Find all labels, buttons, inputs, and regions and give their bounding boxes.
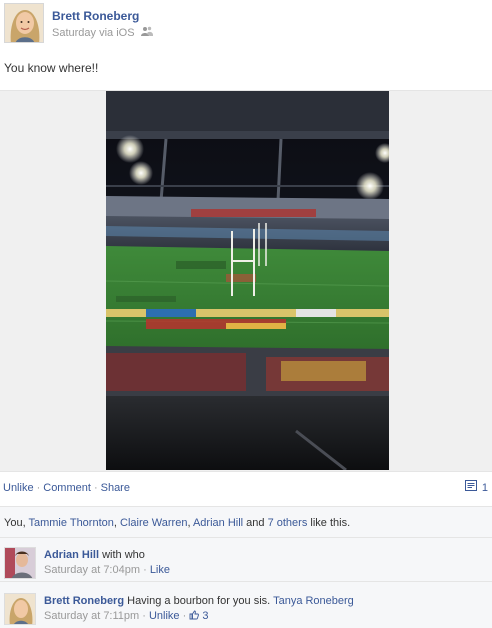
- thumbs-up-icon: [189, 610, 200, 620]
- comment-author[interactable]: Brett Roneberg: [44, 595, 124, 607]
- comment-meta: Saturday at 7:11pm · Unlike · 3: [44, 610, 209, 622]
- photo-container: [0, 90, 492, 472]
- post-text: You know where!!: [4, 61, 99, 75]
- post-header: Brett Roneberg Saturday via iOS: [0, 0, 492, 48]
- post-action-bar: Unlike · Comment · Share 1: [0, 478, 492, 498]
- liker-link[interactable]: Claire Warren: [120, 517, 187, 529]
- likes-text: You, Tammie Thornton, Claire Warren, Adr…: [4, 517, 351, 529]
- comment-mention[interactable]: Tanya Roneberg: [273, 595, 354, 607]
- action-separator: ·: [93, 482, 98, 494]
- comment-like-link[interactable]: Like: [150, 564, 170, 576]
- comment-time[interactable]: Saturday at 7:04pm: [44, 564, 140, 576]
- meta-separator: ·: [182, 610, 187, 622]
- comment-count-value: 1: [481, 481, 488, 494]
- comment-like-count-value: 3: [202, 610, 209, 622]
- comment-like-count[interactable]: 3: [189, 610, 209, 622]
- post-meta: Saturday via iOS: [52, 26, 153, 39]
- comment-unlike-link[interactable]: Unlike: [149, 610, 180, 622]
- author-avatar[interactable]: [4, 3, 44, 43]
- action-separator: ·: [36, 482, 41, 494]
- comment-link[interactable]: Comment: [43, 482, 91, 494]
- stadium-photo[interactable]: [106, 91, 389, 470]
- meta-separator: ·: [143, 564, 147, 576]
- post-timestamp[interactable]: Saturday via iOS: [52, 27, 135, 39]
- comment-body: Brett Roneberg Having a bourbon for you …: [44, 595, 354, 607]
- comment-body: Adrian Hill with who: [44, 549, 145, 561]
- comment-author[interactable]: Adrian Hill: [44, 549, 99, 561]
- audience-friends-icon[interactable]: [140, 26, 153, 39]
- comment-count[interactable]: 1: [464, 480, 488, 495]
- meta-separator: ·: [142, 610, 146, 622]
- share-link[interactable]: Share: [101, 482, 130, 494]
- post-actions: Unlike · Comment · Share: [3, 482, 130, 494]
- commenter-avatar[interactable]: [4, 547, 36, 579]
- comment-item: Adrian Hill with who Saturday at 7:04pm …: [0, 544, 492, 582]
- likes-summary: You, Tammie Thornton, Claire Warren, Adr…: [0, 506, 492, 538]
- comment-meta: Saturday at 7:04pm · Like: [44, 564, 170, 576]
- comment-bubble-icon: [464, 480, 478, 495]
- comment-time[interactable]: Saturday at 7:11pm: [44, 610, 139, 622]
- comment-text: Having a bourbon for you sis.: [127, 595, 271, 607]
- comment-text: with who: [102, 549, 145, 561]
- liker-link[interactable]: Adrian Hill: [193, 517, 243, 529]
- feedback-section: You, Tammie Thornton, Claire Warren, Adr…: [0, 506, 492, 628]
- comment-item: Brett Roneberg Having a bourbon for you …: [0, 590, 492, 628]
- unlike-link[interactable]: Unlike: [3, 482, 34, 494]
- other-likers-link[interactable]: 7 others: [268, 517, 308, 529]
- liker-link[interactable]: Tammie Thornton: [28, 517, 113, 529]
- author-name[interactable]: Brett Roneberg: [52, 9, 139, 23]
- commenter-avatar[interactable]: [4, 593, 36, 625]
